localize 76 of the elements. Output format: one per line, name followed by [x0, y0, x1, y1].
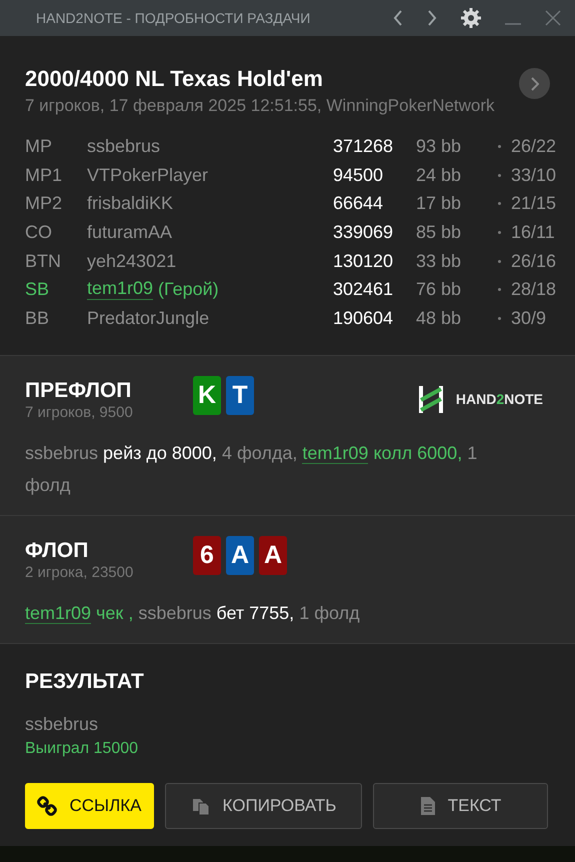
player-stats: 21/15 — [511, 193, 558, 214]
link-button[interactable]: ССЫЛКА — [25, 782, 154, 829]
player-stats: 26/22 — [511, 136, 558, 157]
chevron-right-icon — [427, 10, 437, 26]
dot-icon — [498, 202, 501, 206]
player-stack: 130120 — [333, 250, 394, 272]
result-title: РЕЗУЛЬТАТ — [25, 670, 145, 694]
text-button[interactable]: ТЕКСТ — [373, 782, 548, 829]
player-stack: 66644 — [333, 193, 384, 214]
logo-icon — [418, 386, 444, 413]
action-line: tem1r09 чек , ssbebrus бет 7755, 1 фолд — [25, 602, 361, 626]
player-big-blinds: 17 bb — [416, 193, 462, 214]
player-position: SB — [25, 279, 50, 300]
player-stack: 371268 — [333, 136, 394, 157]
player-position: BTN — [25, 250, 62, 272]
player-big-blinds: 76 bb — [416, 279, 462, 300]
window-title: HAND2NOTE - ПОДРОБНОСТИ РАЗДАЧИ — [36, 10, 312, 26]
player-stack: 302461 — [333, 279, 394, 300]
player-name: PredatorJungle — [87, 308, 210, 329]
player-big-blinds: 85 bb — [416, 222, 462, 243]
player-link[interactable]: tem1r09 — [25, 602, 92, 624]
player-position: CO — [25, 222, 53, 243]
player-stats: 30/9 — [511, 308, 548, 329]
copy-button[interactable]: КОПИРОВАТЬ — [165, 782, 362, 829]
player-stack: 94500 — [333, 164, 384, 186]
action-line: ssbebrus рейз до 8000, 4 фолда, tem1r09 колл 6000, 1 фолд — [25, 442, 478, 497]
win-amount: Выиграл 15000 — [25, 740, 140, 758]
player-position: MP1 — [25, 164, 64, 186]
street-info: 7 игроков, 9500 — [25, 404, 134, 421]
player-stats: 16/11 — [511, 222, 556, 243]
player-big-blinds: 33 bb — [416, 250, 462, 272]
next-button[interactable] — [519, 68, 550, 99]
street-title: ПРЕФЛОП — [25, 378, 132, 403]
link-icon — [37, 796, 58, 816]
close-icon — [545, 10, 561, 26]
chevron-right-icon — [530, 76, 538, 90]
player-stack: 190604 — [333, 308, 394, 329]
settings-icon — [461, 8, 481, 28]
dot-icon — [498, 230, 501, 234]
player-stats: 33/10 — [511, 164, 558, 186]
playing-card: K — [193, 376, 221, 415]
player-stats: 26/16 — [511, 250, 558, 272]
dot-icon — [498, 144, 501, 148]
player-name: VTPokerPlayer — [87, 164, 208, 186]
player-position: MP — [25, 136, 53, 157]
player-name: yeh243021 — [87, 250, 176, 272]
chevron-left-icon — [393, 10, 403, 26]
player-stack: 339069 — [333, 222, 394, 243]
playing-card: 6 — [193, 536, 221, 575]
logo-text: HAND2NOTE — [456, 391, 543, 408]
player-big-blinds: 93 bb — [416, 136, 462, 157]
winner-name: ssbebrus — [25, 714, 100, 735]
hero-label: (Герой) — [158, 279, 219, 300]
street-info: 2 игрока, 23500 — [25, 564, 134, 581]
hand-info: 7 игроков, 17 февраля 2025 12:51:55, WinningPokerNetwork — [25, 96, 496, 116]
player-name: futuramAA — [87, 222, 172, 243]
document-icon — [420, 796, 436, 816]
street-title: ФЛОП — [25, 538, 90, 563]
player-big-blinds: 24 bb — [416, 164, 462, 186]
player-name: frisbaldiKK — [87, 193, 174, 214]
player-position: MP2 — [25, 193, 64, 214]
dot-icon — [498, 288, 501, 292]
hand-title: 2000/4000 NL Texas Hold'em — [25, 66, 324, 92]
player-stats: 28/18 — [511, 279, 558, 300]
player-name: ssbebrus — [87, 136, 160, 157]
player-link[interactable]: tem1r09 — [302, 442, 368, 464]
dot-icon — [498, 174, 501, 177]
player-big-blinds: 48 bb — [416, 308, 462, 329]
dot-icon — [498, 316, 501, 320]
playing-card: T — [226, 376, 254, 415]
playing-card: A — [226, 536, 254, 575]
player-link[interactable]: tem1r09 — [87, 279, 154, 300]
minimize-icon — [505, 23, 521, 25]
player-position: BB — [25, 308, 50, 329]
playing-card: A — [259, 536, 287, 575]
dot-icon — [498, 260, 501, 263]
